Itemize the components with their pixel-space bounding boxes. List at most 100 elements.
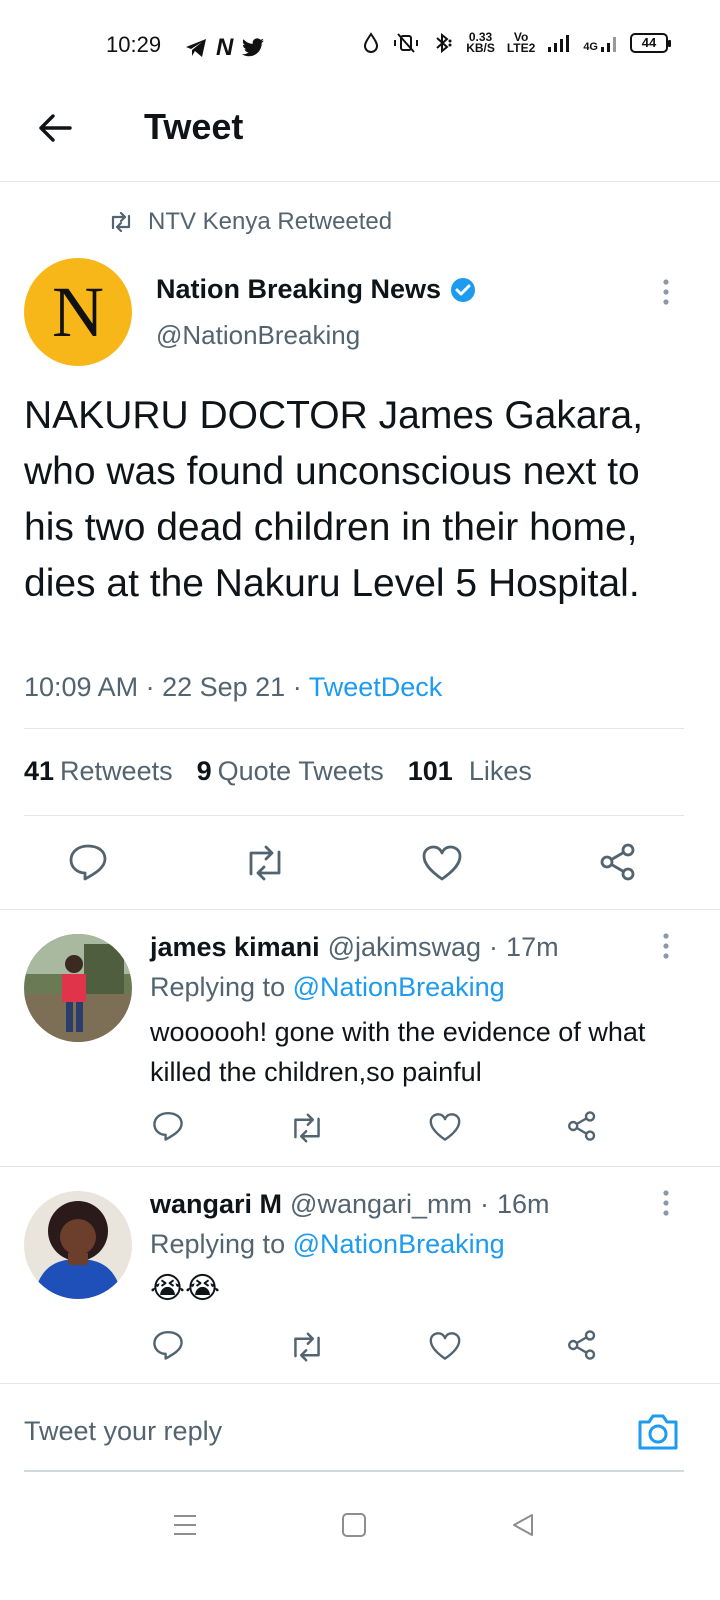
retweet-icon: [242, 844, 288, 882]
stats-bottom-divider: [24, 815, 684, 816]
reply-text: woooooh! gone with the evidence of what …: [150, 1017, 646, 1087]
likes-stat[interactable]: 101 Likes: [408, 756, 532, 787]
reply-button[interactable]: [68, 842, 108, 882]
reply-share-button[interactable]: [566, 1110, 598, 1142]
replying-to-link[interactable]: @NationBreaking: [293, 1229, 505, 1259]
square-icon: [341, 1512, 367, 1538]
reply-header: wangari M @wangari_mm · 16m: [150, 1189, 550, 1220]
bluetooth-icon: [432, 32, 454, 54]
replying-to: Replying to @NationBreaking: [150, 972, 505, 1003]
avatar[interactable]: N: [24, 258, 132, 366]
reply-like-button[interactable]: [428, 1112, 462, 1142]
retweet-icon: [108, 212, 134, 232]
system-navigation-bar: [0, 1500, 720, 1600]
likes-count: 101: [407, 756, 453, 786]
replying-to-link[interactable]: @NationBreaking: [293, 972, 505, 1002]
input-underline: [24, 1470, 684, 1472]
data-saver-icon: [362, 32, 380, 54]
retweets-count: 41: [24, 756, 55, 786]
retweet-icon: [288, 1112, 326, 1144]
notification-icons: N: [184, 34, 265, 62]
page-title: Tweet: [144, 106, 244, 147]
retweet-context[interactable]: NTV Kenya Retweeted: [108, 208, 392, 236]
share-icon: [566, 1110, 598, 1142]
tweet-time: 10:09 AM: [24, 672, 139, 702]
replying-prefix: Replying to: [150, 972, 286, 1002]
meta-separator: ·: [292, 672, 309, 702]
reply-author-name[interactable]: james kimani: [150, 932, 320, 963]
reply-share-button[interactable]: [566, 1329, 598, 1361]
reply-author-handle[interactable]: @jakimswag: [328, 932, 481, 963]
vibrate-mute-icon: [392, 32, 420, 54]
avatar-letter: N: [52, 271, 104, 352]
reply-age: 17m: [506, 932, 559, 962]
meta-separator: ·: [489, 932, 499, 962]
share-icon: [566, 1329, 598, 1361]
arrow-left-icon: [37, 113, 73, 143]
author-display-name: Nation Breaking News: [156, 274, 442, 304]
author-name[interactable]: Nation Breaking News: [156, 274, 477, 305]
retweet-icon: [288, 1331, 326, 1363]
meta-separator: ·: [480, 1189, 489, 1219]
reply-author-handle[interactable]: @wangari_mm: [290, 1189, 472, 1220]
reply-text: 😭😭: [150, 1272, 221, 1305]
heart-icon: [428, 1112, 462, 1142]
comment-icon: [68, 842, 108, 882]
reply-input[interactable]: Tweet your reply: [24, 1416, 222, 1447]
composer-divider: [0, 1383, 720, 1384]
stats-top-divider: [24, 728, 684, 729]
reply-retweet-button[interactable]: [288, 1331, 326, 1363]
verified-badge-icon: [449, 276, 477, 304]
reply-tweet[interactable]: james kimani @jakimswag · 17m Replying t…: [0, 910, 720, 1165]
system-back-button[interactable]: [510, 1512, 536, 1538]
recents-button[interactable]: [172, 1512, 198, 1538]
reply-more-button[interactable]: [660, 932, 672, 962]
retweet-button[interactable]: [242, 844, 288, 882]
netflix-icon: N: [216, 34, 234, 61]
share-button[interactable]: [598, 842, 638, 882]
signal-icon: [547, 33, 571, 53]
more-options-button[interactable]: [660, 278, 672, 308]
back-button[interactable]: [30, 106, 80, 150]
more-vertical-icon: [660, 932, 672, 962]
replying-prefix: Replying to: [150, 1229, 286, 1259]
reply-reply-button[interactable]: [152, 1329, 184, 1361]
reply-reply-button[interactable]: [152, 1110, 184, 1142]
heart-icon: [421, 844, 463, 882]
system-status-icons: 0.33 KB/S Vo LTE2 4G 44: [362, 31, 671, 55]
like-button[interactable]: [421, 844, 463, 882]
tweet-date: 22 Sep 21: [162, 672, 286, 702]
twitter-icon: [241, 38, 265, 58]
quotes-count: 9: [196, 756, 212, 786]
volte-indicator: Vo LTE2: [507, 31, 535, 54]
reply-more-button[interactable]: [660, 1189, 672, 1219]
comment-icon: [152, 1329, 184, 1361]
retweets-stat[interactable]: 41 Retweets: [24, 756, 173, 787]
share-icon: [598, 842, 638, 882]
avatar[interactable]: [24, 1191, 132, 1299]
tweet-source-link[interactable]: TweetDeck: [309, 672, 443, 702]
status-time: 10:29: [106, 32, 162, 57]
signal-4g-icon: 4G: [583, 33, 618, 53]
home-button[interactable]: [341, 1512, 367, 1538]
author-handle[interactable]: @NationBreaking: [156, 320, 360, 351]
menu-lines-icon: [172, 1512, 198, 1538]
heart-icon: [428, 1331, 462, 1361]
more-vertical-icon: [660, 1189, 672, 1219]
tweet-text: NAKURU DOCTOR James Gakara, who was foun…: [24, 394, 644, 605]
telegram-icon: [184, 37, 208, 59]
reply-like-button[interactable]: [428, 1331, 462, 1361]
camera-button[interactable]: [636, 1412, 680, 1452]
net-speed-unit: KB/S: [466, 41, 495, 55]
net-speed: 0.33 KB/S: [466, 31, 495, 55]
reply-tweet[interactable]: wangari M @wangari_mm · 16m Replying to …: [0, 1167, 720, 1382]
replying-to: Replying to @NationBreaking: [150, 1229, 505, 1260]
reply-author-name[interactable]: wangari M: [150, 1189, 282, 1220]
tweet-stats: 41 Retweets 9 Quote Tweets 101 Likes: [24, 756, 556, 787]
meta-separator: ·: [145, 672, 163, 702]
quote-tweets-stat[interactable]: 9 Quote Tweets: [197, 756, 384, 787]
triangle-back-icon: [510, 1512, 536, 1538]
quotes-label: Quote Tweets: [217, 756, 384, 786]
avatar[interactable]: [24, 934, 132, 1042]
reply-retweet-button[interactable]: [288, 1112, 326, 1144]
